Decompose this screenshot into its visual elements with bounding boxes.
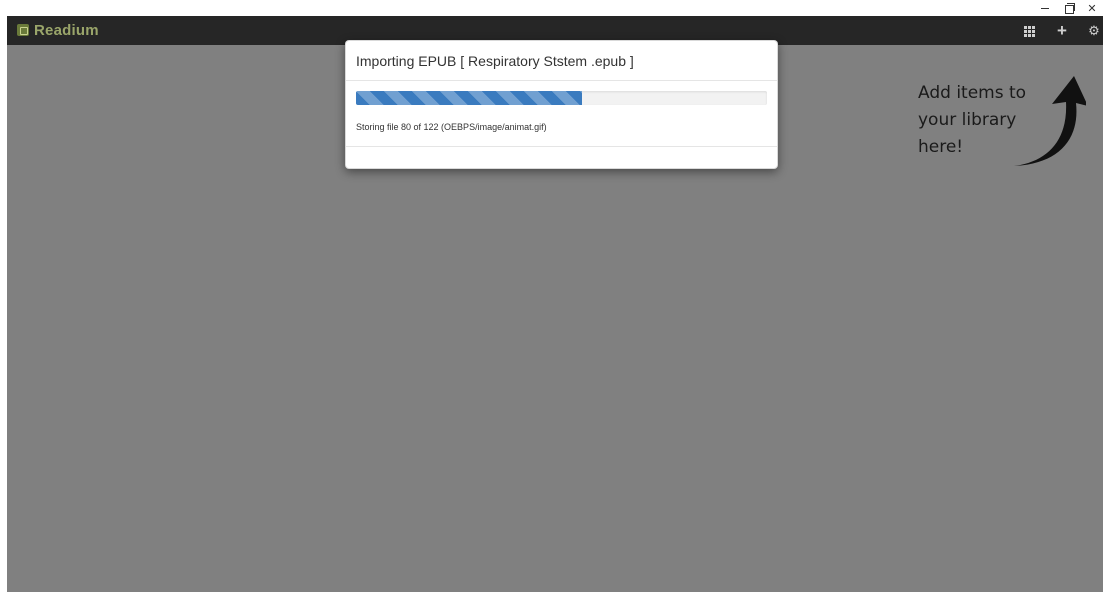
restore-icon[interactable] xyxy=(1058,0,1080,16)
add-items-hint: Add items to your library here! xyxy=(918,80,1058,161)
close-icon[interactable]: ✕ xyxy=(1081,0,1103,16)
readium-logo-icon xyxy=(17,24,29,36)
minimize-icon[interactable] xyxy=(1034,0,1056,16)
os-title-bar: ✕ xyxy=(0,0,1103,16)
hint-line-1: Add items to xyxy=(918,83,1027,103)
dialog-body: Storing file 80 of 122 (OEBPS/image/anim… xyxy=(346,81,777,147)
add-icon[interactable]: + xyxy=(1052,21,1072,41)
import-status-text: Storing file 80 of 122 (OEBPS/image/anim… xyxy=(356,122,547,132)
settings-gear-icon[interactable]: ⚙ xyxy=(1084,21,1103,41)
dialog-title: Importing EPUB [ Respiratory Ststem .epu… xyxy=(346,41,777,81)
import-progress-bar xyxy=(356,91,767,105)
import-dialog: Importing EPUB [ Respiratory Ststem .epu… xyxy=(345,40,778,169)
hint-line-2: your library xyxy=(918,110,1017,130)
hint-line-3: here! xyxy=(918,137,964,157)
brand[interactable]: Readium xyxy=(17,20,99,40)
brand-name: Readium xyxy=(34,21,99,39)
app-window: ✕ Readium + ⚙ Add items to your library … xyxy=(0,0,1103,592)
grid-view-icon[interactable] xyxy=(1019,21,1039,41)
progress-fill xyxy=(356,91,583,105)
